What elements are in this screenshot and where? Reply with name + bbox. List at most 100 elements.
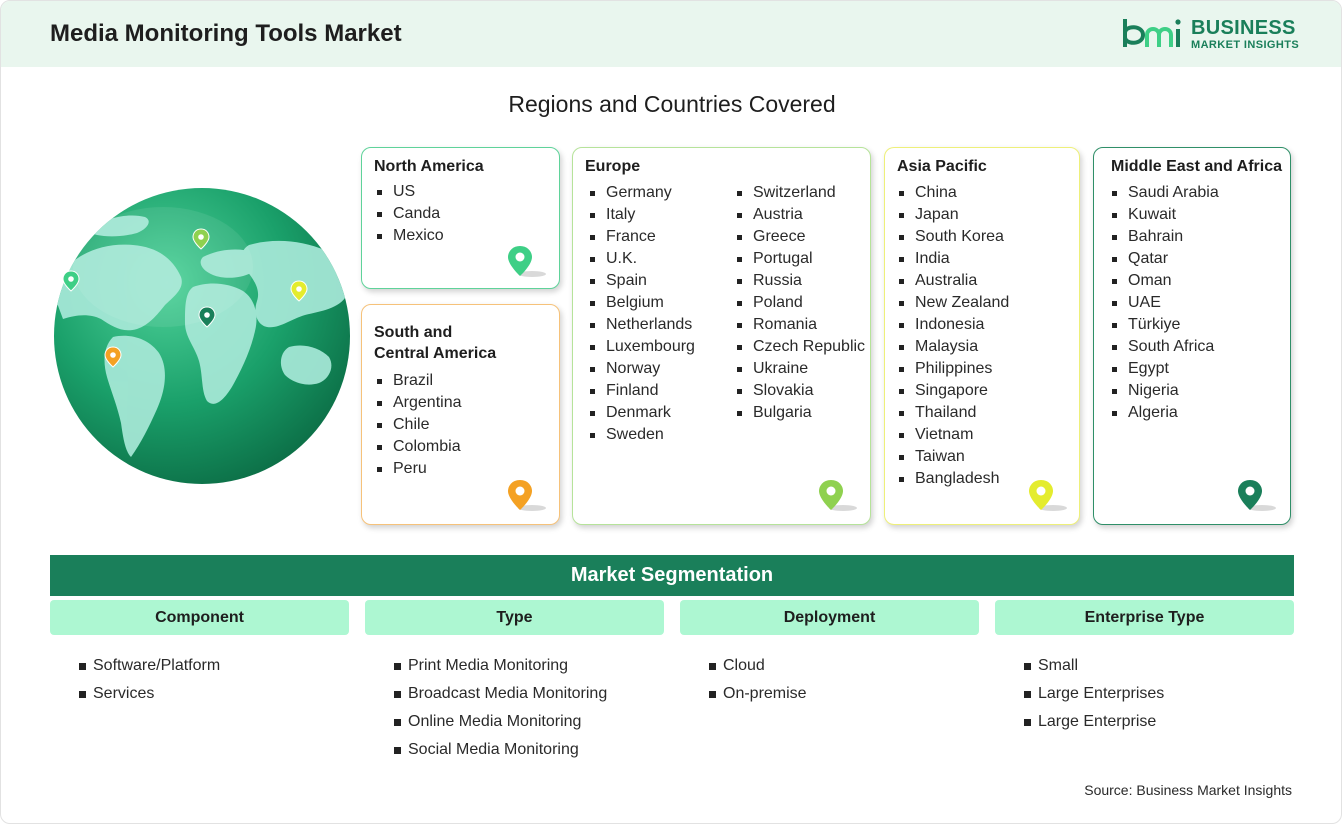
location-pin-icon xyxy=(1029,480,1067,511)
list-item: Nigeria xyxy=(1111,380,1219,402)
list-item: India xyxy=(898,248,1009,270)
list-item: Large Enterprise xyxy=(1024,708,1164,736)
globe-illustration xyxy=(53,187,351,485)
list-item: Russia xyxy=(736,270,865,292)
list-item: Norway xyxy=(589,358,695,380)
list-item: Poland xyxy=(736,292,865,314)
list-item: Bangladesh xyxy=(898,468,1009,490)
segment-list-deployment: Cloud On-premise xyxy=(709,652,807,708)
list-item: Algeria xyxy=(1111,402,1219,424)
list-item: Netherlands xyxy=(589,314,695,336)
region-title: North America xyxy=(374,158,484,175)
brand-logo: BUSINESS MARKET INSIGHTS xyxy=(1121,15,1301,55)
list-item: Denmark xyxy=(589,402,695,424)
list-item: Switzerland xyxy=(736,182,865,204)
list-item: New Zealand xyxy=(898,292,1009,314)
segment-heading-deployment: Deployment xyxy=(680,600,979,635)
source-note: Source: Business Market Insights xyxy=(1084,782,1292,798)
region-card-europe: Europe Germany Italy France U.K. Spain B… xyxy=(572,147,871,525)
infographic-frame: Media Monitoring Tools Market BUSINESS M… xyxy=(0,0,1342,824)
region-title: Europe xyxy=(585,158,641,175)
list-item: Luxembourg xyxy=(589,336,695,358)
segment-list-enterprise-type: Small Large Enterprises Large Enterprise xyxy=(1024,652,1164,736)
list-item: Mexico xyxy=(376,225,444,247)
list-item: Sweden xyxy=(589,424,695,446)
segment-list-component: Software/Platform Services xyxy=(79,652,220,708)
segment-heading-type: Type xyxy=(365,600,664,635)
list-item: Czech Republic xyxy=(736,336,865,358)
list-item: Taiwan xyxy=(898,446,1009,468)
list-item: Canda xyxy=(376,203,444,225)
list-item: Services xyxy=(79,680,220,708)
list-item: Brazil xyxy=(376,370,462,392)
region-title: Middle East and Africa xyxy=(1111,158,1282,175)
list-item: Germany xyxy=(589,182,695,204)
list-item: Italy xyxy=(589,204,695,226)
country-list: US Canda Mexico xyxy=(376,181,444,247)
list-item: Indonesia xyxy=(898,314,1009,336)
list-item: Malaysia xyxy=(898,336,1009,358)
location-pin-icon xyxy=(508,480,546,511)
list-item: Austria xyxy=(736,204,865,226)
region-title-line2: Central America xyxy=(374,345,497,362)
country-list: Saudi Arabia Kuwait Bahrain Qatar Oman U… xyxy=(1111,182,1219,424)
list-item: Slovakia xyxy=(736,380,865,402)
list-item: Thailand xyxy=(898,402,1009,424)
list-item: Large Enterprises xyxy=(1024,680,1164,708)
list-item: UAE xyxy=(1111,292,1219,314)
region-title: Asia Pacific xyxy=(897,158,987,175)
list-item: Colombia xyxy=(376,436,462,458)
list-item: Spain xyxy=(589,270,695,292)
list-item: Qatar xyxy=(1111,248,1219,270)
country-list: Brazil Argentina Chile Colombia Peru xyxy=(376,370,462,480)
list-item: Cloud xyxy=(709,652,807,680)
list-item: Belgium xyxy=(589,292,695,314)
region-card-asia-pacific: Asia Pacific China Japan South Korea Ind… xyxy=(884,147,1080,525)
list-item: Singapore xyxy=(898,380,1009,402)
list-item: South Africa xyxy=(1111,336,1219,358)
list-item: Chile xyxy=(376,414,462,436)
region-card-middle-east-africa: Middle East and Africa Saudi Arabia Kuwa… xyxy=(1093,147,1291,525)
list-item: Vietnam xyxy=(898,424,1009,446)
list-item: Software/Platform xyxy=(79,652,220,680)
list-item: China xyxy=(898,182,1009,204)
list-item: US xyxy=(376,181,444,203)
list-item: Saudi Arabia xyxy=(1111,182,1219,204)
list-item: Oman xyxy=(1111,270,1219,292)
list-item: Print Media Monitoring xyxy=(394,652,607,680)
list-item: Japan xyxy=(898,204,1009,226)
header-bar: Media Monitoring Tools Market BUSINESS M… xyxy=(1,1,1341,67)
segment-list-type: Print Media Monitoring Broadcast Media M… xyxy=(394,652,607,764)
country-list-col2: Switzerland Austria Greece Portugal Russ… xyxy=(736,182,865,424)
list-item: Argentina xyxy=(376,392,462,414)
list-item: U.K. xyxy=(589,248,695,270)
list-item: South Korea xyxy=(898,226,1009,248)
list-item: Bulgaria xyxy=(736,402,865,424)
list-item: On-premise xyxy=(709,680,807,708)
segment-heading-enterprise-type: Enterprise Type xyxy=(995,600,1294,635)
logo-text-market-insights: MARKET INSIGHTS xyxy=(1191,39,1300,51)
list-item: Philippines xyxy=(898,358,1009,380)
country-list-col1: Germany Italy France U.K. Spain Belgium … xyxy=(589,182,695,446)
logo-text-business: BUSINESS xyxy=(1191,17,1296,39)
location-pin-icon xyxy=(508,246,546,277)
region-card-north-america: North America US Canda Mexico xyxy=(361,147,560,289)
regions-title: Regions and Countries Covered xyxy=(508,91,836,117)
list-item: Romania xyxy=(736,314,865,336)
bmi-logo-mark-icon xyxy=(1123,19,1181,47)
region-title: South and Central America xyxy=(374,322,496,364)
list-item: Kuwait xyxy=(1111,204,1219,226)
list-item: Ukraine xyxy=(736,358,865,380)
list-item: Türkiye xyxy=(1111,314,1219,336)
list-item: Egypt xyxy=(1111,358,1219,380)
segmentation-title-bar: Market Segmentation xyxy=(50,555,1294,596)
list-item: Portugal xyxy=(736,248,865,270)
list-item: Finland xyxy=(589,380,695,402)
list-item: Australia xyxy=(898,270,1009,292)
list-item: Small xyxy=(1024,652,1164,680)
list-item: Social Media Monitoring xyxy=(394,736,607,764)
list-item: Peru xyxy=(376,458,462,480)
location-pin-icon xyxy=(1238,480,1276,511)
list-item: France xyxy=(589,226,695,248)
page-title: Media Monitoring Tools Market xyxy=(50,20,402,47)
